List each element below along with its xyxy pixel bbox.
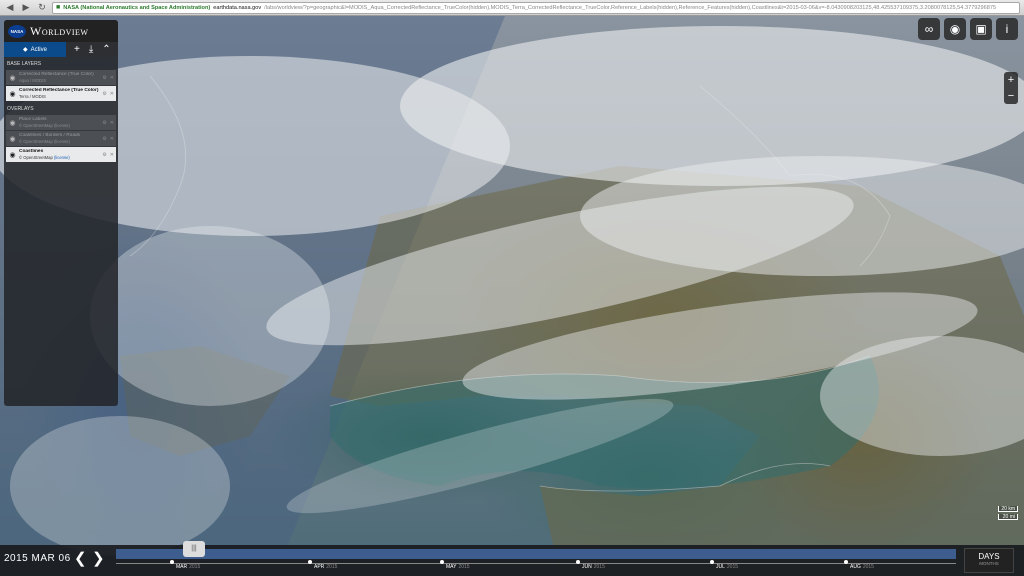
lock-icon: ■ bbox=[56, 4, 61, 11]
back-icon[interactable]: ◀ bbox=[4, 2, 16, 13]
nasa-logo: NASA bbox=[8, 24, 26, 38]
base-layers-heading: BASE LAYERS bbox=[7, 61, 42, 67]
reload-icon[interactable]: ↻ bbox=[36, 2, 48, 13]
download-icon[interactable]: ⤓ bbox=[89, 44, 93, 55]
scale-km: 20 km bbox=[998, 506, 1018, 512]
layer-aqua-true-color[interactable]: ◉ Corrected Reflectance (True Color) Aqu… bbox=[6, 70, 116, 85]
timeline-zoom-level: DAYS bbox=[978, 552, 1000, 561]
timeline-zoom[interactable]: DAYS MONTHS bbox=[964, 548, 1014, 573]
license-link[interactable]: (license) bbox=[54, 155, 70, 160]
visibility-hidden-icon[interactable]: ◉ bbox=[8, 74, 17, 82]
layer-source: Terra / MODIS bbox=[19, 93, 46, 99]
layer-source: © OpenStreetMap (license) bbox=[19, 122, 70, 128]
timeline-track[interactable]: MAR 2015 APR 2015 MAY 2015 JUN 2015 JUL 2015 … bbox=[116, 541, 956, 574]
forward-icon[interactable]: ▶ bbox=[20, 2, 32, 13]
layer-source: © OpenStreetMap (license) bbox=[19, 138, 70, 144]
tab-active[interactable]: ◆ Active bbox=[4, 42, 66, 57]
layer-source: Aqua / MODIS bbox=[19, 77, 46, 83]
secure-site-label: NASA (National Aeronautics and Space Adm… bbox=[63, 4, 211, 11]
layers-panel: NASA Worldview ◆ Active + ⤓ ⌃ BASE LAYER… bbox=[4, 20, 118, 406]
info-icon[interactable]: i bbox=[996, 18, 1018, 40]
visibility-hidden-icon[interactable]: ◉ bbox=[8, 135, 17, 143]
current-date[interactable]: 2015 MAR 06 bbox=[4, 553, 71, 564]
remove-layer-icon[interactable]: ✕ bbox=[110, 91, 114, 97]
scale-bar: 20 km 20 mi bbox=[998, 506, 1018, 522]
visibility-visible-icon[interactable]: ◉ bbox=[8, 151, 17, 159]
app-title: Worldview bbox=[30, 23, 89, 38]
overlays-heading: OVERLAYS bbox=[7, 106, 34, 112]
layer-source: © OpenStreetMap (license) bbox=[19, 155, 100, 161]
imagery-swath bbox=[0, 16, 1024, 576]
map-controls: ∞ ◉ ▣ i bbox=[918, 18, 1018, 40]
panel-tabs: ◆ Active + ⤓ ⌃ bbox=[4, 42, 118, 57]
globe-icon[interactable]: ◉ bbox=[944, 18, 966, 40]
layer-name: Corrected Reflectance (True Color) bbox=[19, 71, 94, 77]
app-header: NASA Worldview bbox=[4, 20, 118, 42]
layer-options-icon[interactable]: ⚙ bbox=[102, 136, 106, 142]
remove-layer-icon[interactable]: ✕ bbox=[110, 75, 114, 81]
layer-options-icon[interactable]: ⚙ bbox=[102, 91, 106, 97]
collapse-icon[interactable]: ⌃ bbox=[102, 44, 110, 55]
layer-coastlines[interactable]: ◉ Coastlines © OpenStreetMap (license) ⚙… bbox=[6, 147, 116, 162]
zoom-out-button[interactable]: − bbox=[1004, 88, 1018, 104]
zoom-control: + − bbox=[1004, 72, 1018, 104]
layer-options-icon[interactable]: ⚙ bbox=[102, 152, 106, 158]
visibility-visible-icon[interactable]: ◉ bbox=[8, 90, 17, 98]
previous-day-button[interactable]: ❮ bbox=[74, 549, 87, 567]
tab-active-label: Active bbox=[30, 46, 47, 53]
link-icon[interactable]: ∞ bbox=[918, 18, 940, 40]
url-path: /labs/worldview/?p=geographic&l=MODIS_Aq… bbox=[264, 4, 997, 11]
browser-toolbar: ◀ ▶ ↻ ■ NASA (National Aeronautics and S… bbox=[0, 0, 1024, 16]
timeline-axis bbox=[116, 563, 956, 564]
layer-options-icon[interactable]: ⚙ bbox=[102, 120, 106, 126]
timeline-coverage-band bbox=[116, 549, 956, 559]
timeline: 2015 MAR 06 ❮ ❯ MAR 2015 APR 2015 MAY 2015 … bbox=[0, 541, 1024, 576]
layer-options-icon[interactable]: ⚙ bbox=[102, 75, 106, 81]
layers-icon: ◆ bbox=[23, 47, 28, 53]
layer-name: Corrected Reflectance (True Color) bbox=[19, 87, 99, 93]
timeline-zoom-alt: MONTHS bbox=[979, 561, 999, 566]
remove-layer-icon[interactable]: ✕ bbox=[110, 120, 114, 126]
address-bar[interactable]: ■ NASA (National Aeronautics and Space A… bbox=[52, 1, 1020, 14]
satellite-map[interactable]: ∞ ◉ ▣ i + − 20 km 20 mi bbox=[0, 16, 1024, 576]
add-layers-icon[interactable]: + bbox=[74, 44, 80, 55]
camera-icon[interactable]: ▣ bbox=[970, 18, 992, 40]
remove-layer-icon[interactable]: ✕ bbox=[110, 136, 114, 142]
layer-source-text: © OpenStreetMap bbox=[19, 154, 53, 160]
layer-coastlines-borders-roads[interactable]: ◉ Coastlines / Borders / Roads © OpenStr… bbox=[6, 131, 116, 146]
timeline-handle[interactable]: ||| bbox=[183, 541, 205, 557]
visibility-hidden-icon[interactable]: ◉ bbox=[8, 119, 17, 127]
layer-place-labels[interactable]: ◉ Place Labels © OpenStreetMap (license)… bbox=[6, 115, 116, 130]
next-day-button[interactable]: ❯ bbox=[92, 549, 105, 567]
remove-layer-icon[interactable]: ✕ bbox=[110, 152, 114, 158]
scale-mi: 20 mi bbox=[998, 514, 1018, 520]
layer-terra-true-color[interactable]: ◉ Corrected Reflectance (True Color) Ter… bbox=[6, 86, 116, 101]
zoom-in-button[interactable]: + bbox=[1004, 72, 1018, 88]
url-host: earthdata.nasa.gov bbox=[213, 4, 262, 11]
